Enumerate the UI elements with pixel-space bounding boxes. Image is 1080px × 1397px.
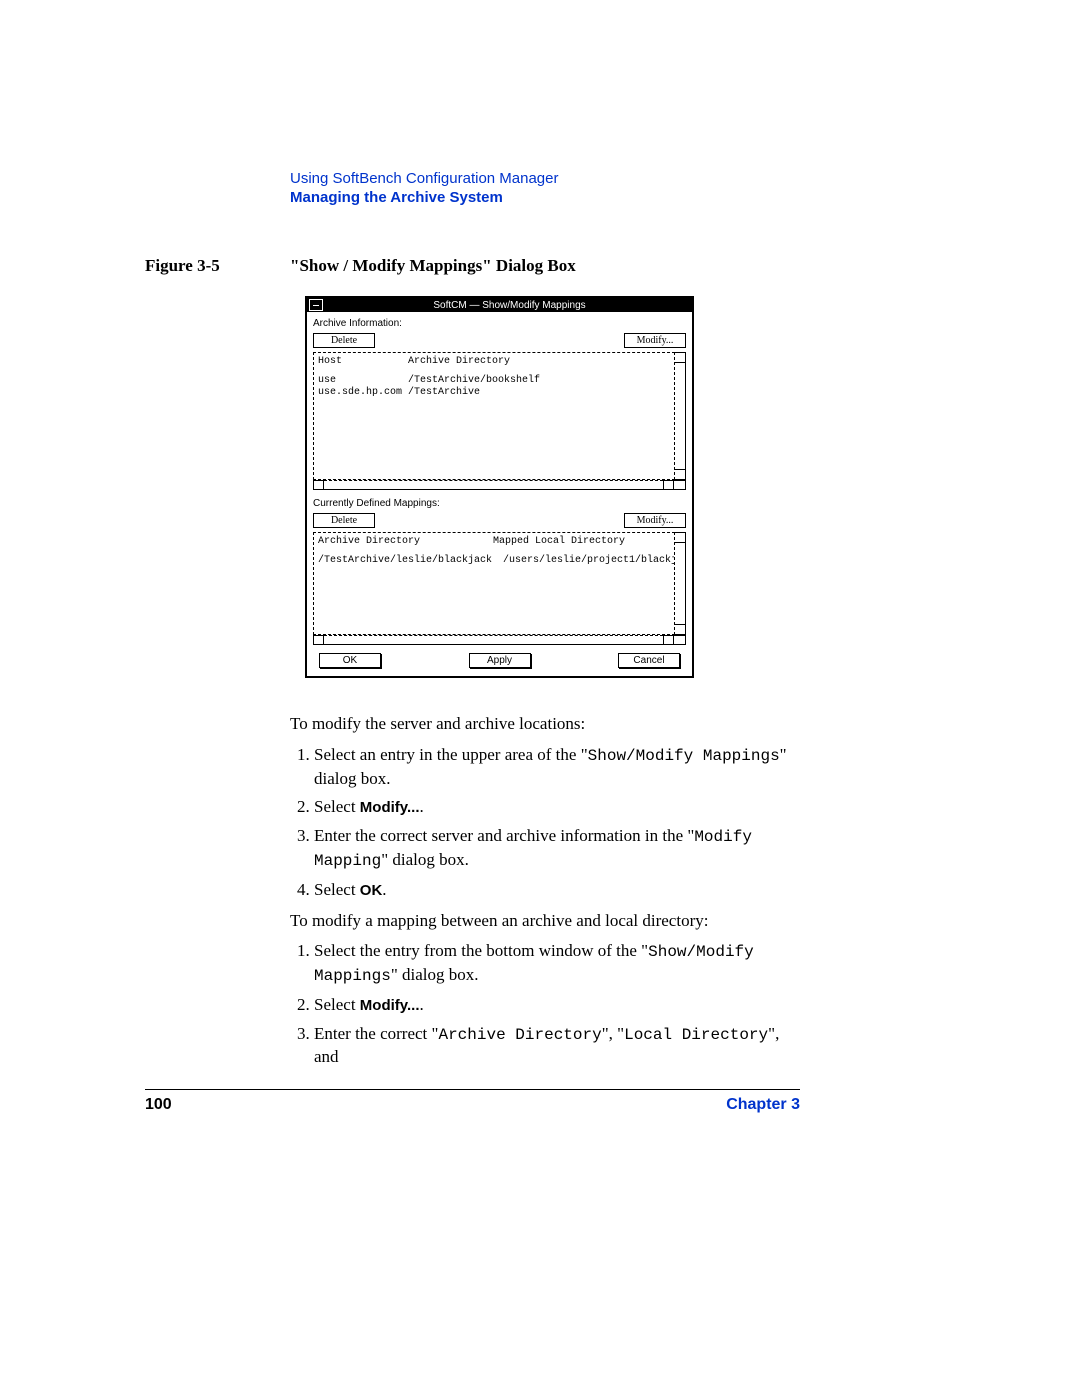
mapping-row-arch: /TestArchive/leslie/blackjack [318,555,503,568]
scroll-down-icon[interactable] [675,469,685,479]
archive-info-label: Archive Information: [313,318,686,329]
list-item: Select an entry in the upper area of the… [314,744,805,791]
scroll-right-icon[interactable] [663,635,674,645]
body-text: To modify the server and archive locatio… [290,713,805,1069]
mapping-row-local: /users/leslie/project1/blackja [503,555,675,566]
page-number: 100 [145,1096,172,1114]
scroll-left-icon[interactable] [313,635,324,645]
figure-label: Figure 3-5 [145,256,290,276]
col-archdir-header: Archive Directory [318,536,493,549]
list-item: Enter the correct "Archive Directory", "… [314,1023,805,1070]
archive-row-dir: /TestArchive/bookshelf [408,375,540,386]
scroll-up-icon[interactable] [675,353,685,363]
list-item: Select the entry from the bottom window … [314,940,805,987]
archive-row-host: use.sde.hp.com [318,387,408,400]
scroll-down-icon[interactable] [675,624,685,634]
mappings-list-vscrollbar[interactable] [675,532,686,635]
apply-button[interactable]: Apply [469,653,531,668]
list-item: Select Modify.... [314,994,805,1017]
dialog-titlebar: SoftCM — Show/Modify Mappings [307,298,692,312]
archive-row-host: use [318,375,408,388]
ok-button[interactable]: OK [319,653,381,668]
list-item: Enter the correct server and archive inf… [314,825,805,872]
archive-row[interactable]: use.sde.hp.com/TestArchive [318,387,670,400]
scroll-corner [674,635,686,645]
system-menu-icon[interactable] [309,299,323,311]
col-localdir-header: Mapped Local Directory [493,536,625,547]
mappings-label: Currently Defined Mappings: [313,498,686,509]
running-head-line1: Using SoftBench Configuration Manager [290,170,805,187]
archive-list-hscrollbar[interactable] [313,480,686,490]
archive-info-list[interactable]: HostArchive Directory use/TestArchive/bo… [313,352,675,480]
list-item: Select Modify.... [314,796,805,819]
footer-rule [145,1089,800,1090]
archive-list-vscrollbar[interactable] [675,352,686,480]
col-dir-header: Archive Directory [408,356,510,367]
archive-delete-button[interactable]: Delete [313,333,375,348]
chapter-label: Chapter 3 [726,1096,800,1114]
scroll-right-icon[interactable] [663,480,674,490]
dialog-title: SoftCM — Show/Modify Mappings [329,300,690,311]
archive-row-dir: /TestArchive [408,387,480,398]
archive-modify-button[interactable]: Modify... [624,333,686,348]
cancel-button[interactable]: Cancel [618,653,680,668]
mappings-list[interactable]: Archive DirectoryMapped Local Directory … [313,532,675,635]
running-head-line2: Managing the Archive System [290,189,805,206]
scroll-up-icon[interactable] [675,533,685,543]
mapping-row[interactable]: /TestArchive/leslie/blackjack/users/lesl… [318,555,670,568]
mapping-modify-button[interactable]: Modify... [624,513,686,528]
intro-paragraph: To modify the server and archive locatio… [290,713,805,736]
intro-paragraph: To modify a mapping between an archive a… [290,910,805,933]
scroll-corner [674,480,686,490]
show-modify-mappings-dialog: SoftCM — Show/Modify Mappings Archive In… [305,296,694,678]
mappings-list-hscrollbar[interactable] [313,635,686,645]
list-item: Select OK. [314,879,805,902]
mapping-delete-button[interactable]: Delete [313,513,375,528]
col-host-header: Host [318,356,408,369]
figure-title: "Show / Modify Mappings" Dialog Box [290,256,576,276]
scroll-left-icon[interactable] [313,480,324,490]
archive-row[interactable]: use/TestArchive/bookshelf [318,375,670,388]
